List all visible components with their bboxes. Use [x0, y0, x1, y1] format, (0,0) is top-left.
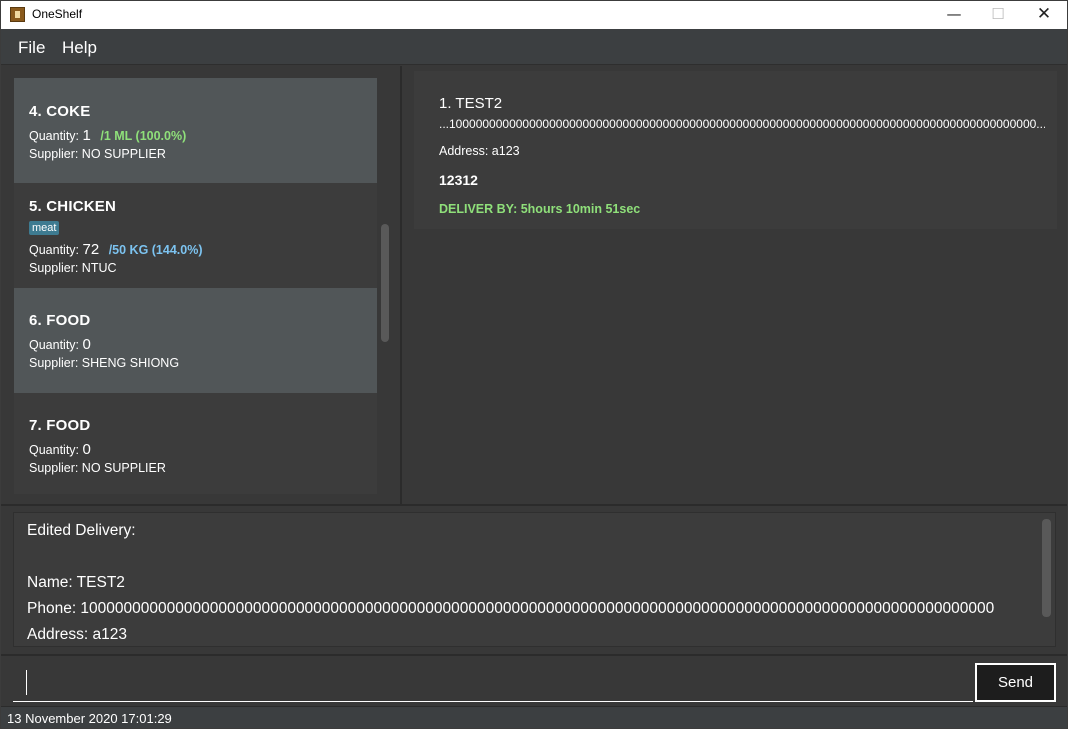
menu-help[interactable]: Help: [62, 38, 97, 58]
quantity-label: Quantity:: [29, 129, 80, 143]
inventory-item[interactable]: 6. FOOD Quantity: 0 Supplier: SHENG SHIO…: [14, 288, 377, 393]
delivery-phone: ...1000000000000000000000000000000000000…: [439, 117, 1045, 131]
quantity-label: Quantity:: [29, 243, 80, 257]
inventory-item[interactable]: 7. FOOD Quantity: 0 Supplier: NO SUPPLIE…: [14, 393, 377, 494]
text-caret: [26, 670, 27, 695]
result-panel: Edited Delivery: Name: TEST2 Phone: 1000…: [1, 504, 1067, 654]
quantity-max: /1 ML (100.0%): [100, 129, 187, 143]
app-window: OneShelf — ☐ ✕ File Help 4. COKE Quantit…: [0, 0, 1068, 729]
result-line: Name: TEST2: [27, 574, 125, 591]
menu-file[interactable]: File: [18, 38, 45, 58]
menu-bar: File Help: [1, 29, 1067, 65]
delivery-panel: 1. TEST2 ...1000000000000000000000000000…: [404, 66, 1067, 504]
result-line: Phone: 100000000000000000000000000000000…: [27, 600, 995, 617]
result-line: Edited Delivery:: [27, 522, 136, 539]
inventory-item[interactable]: 4. COKE Quantity: 1 /1 ML (100.0%) Suppl…: [14, 78, 377, 183]
close-button[interactable]: ✕: [1021, 1, 1067, 29]
delivery-deadline: DELIVER BY: 5hours 10min 51sec: [439, 202, 641, 216]
command-panel: Send: [1, 654, 1067, 706]
quantity-value: 72: [82, 241, 100, 258]
item-quantity: Quantity: 1 /1 ML (100.0%): [29, 127, 186, 144]
title-bar: OneShelf — ☐ ✕: [1, 1, 1067, 29]
item-quantity: Quantity: 72 /50 KG (144.0%): [29, 241, 202, 258]
result-display[interactable]: Edited Delivery: Name: TEST2 Phone: 1000…: [13, 512, 1056, 647]
item-title: 4. COKE: [29, 103, 91, 120]
item-quantity: Quantity: 0: [29, 441, 91, 458]
result-line: Address: a123: [27, 626, 127, 643]
item-title: 7. FOOD: [29, 417, 91, 434]
item-supplier: Supplier: NTUC: [29, 261, 117, 275]
quantity-max: /50 KG (144.0%): [108, 243, 203, 257]
window-title: OneShelf: [32, 7, 83, 21]
delivery-remarks: 12312: [439, 172, 478, 188]
item-supplier: Supplier: NO SUPPLIER: [29, 147, 166, 161]
item-quantity: Quantity: 0: [29, 336, 91, 353]
quantity-value: 0: [82, 441, 91, 458]
status-datetime: 13 November 2020 17:01:29: [7, 711, 172, 726]
item-supplier: Supplier: SHENG SHIONG: [29, 356, 180, 370]
quantity-label: Quantity:: [29, 443, 80, 457]
inventory-list[interactable]: 4. COKE Quantity: 1 /1 ML (100.0%) Suppl…: [14, 78, 377, 494]
item-title: 6. FOOD: [29, 312, 91, 329]
item-tag: meat: [29, 221, 60, 235]
maximize-button[interactable]: ☐: [975, 1, 1021, 29]
item-title: 5. CHICKEN: [29, 198, 117, 215]
status-bar: 13 November 2020 17:01:29: [1, 706, 1067, 728]
quantity-value: 0: [82, 336, 91, 353]
inventory-panel: 4. COKE Quantity: 1 /1 ML (100.0%) Suppl…: [1, 66, 402, 504]
delivery-title: 1. TEST2: [439, 95, 503, 112]
app-icon: [10, 7, 25, 22]
quantity-label: Quantity:: [29, 338, 80, 352]
delivery-address: Address: a123: [439, 144, 520, 158]
inventory-item[interactable]: 5. CHICKEN meat Quantity: 72 /50 KG (144…: [14, 183, 377, 288]
send-button[interactable]: Send: [975, 663, 1056, 702]
result-scrollbar[interactable]: [1042, 519, 1051, 617]
quantity-value: 1: [82, 127, 91, 144]
inventory-scrollbar[interactable]: [381, 224, 389, 342]
minimize-button[interactable]: —: [931, 1, 977, 29]
delivery-item[interactable]: 1. TEST2 ...1000000000000000000000000000…: [414, 71, 1057, 229]
item-supplier: Supplier: NO SUPPLIER: [29, 461, 166, 475]
command-input[interactable]: [13, 664, 973, 702]
